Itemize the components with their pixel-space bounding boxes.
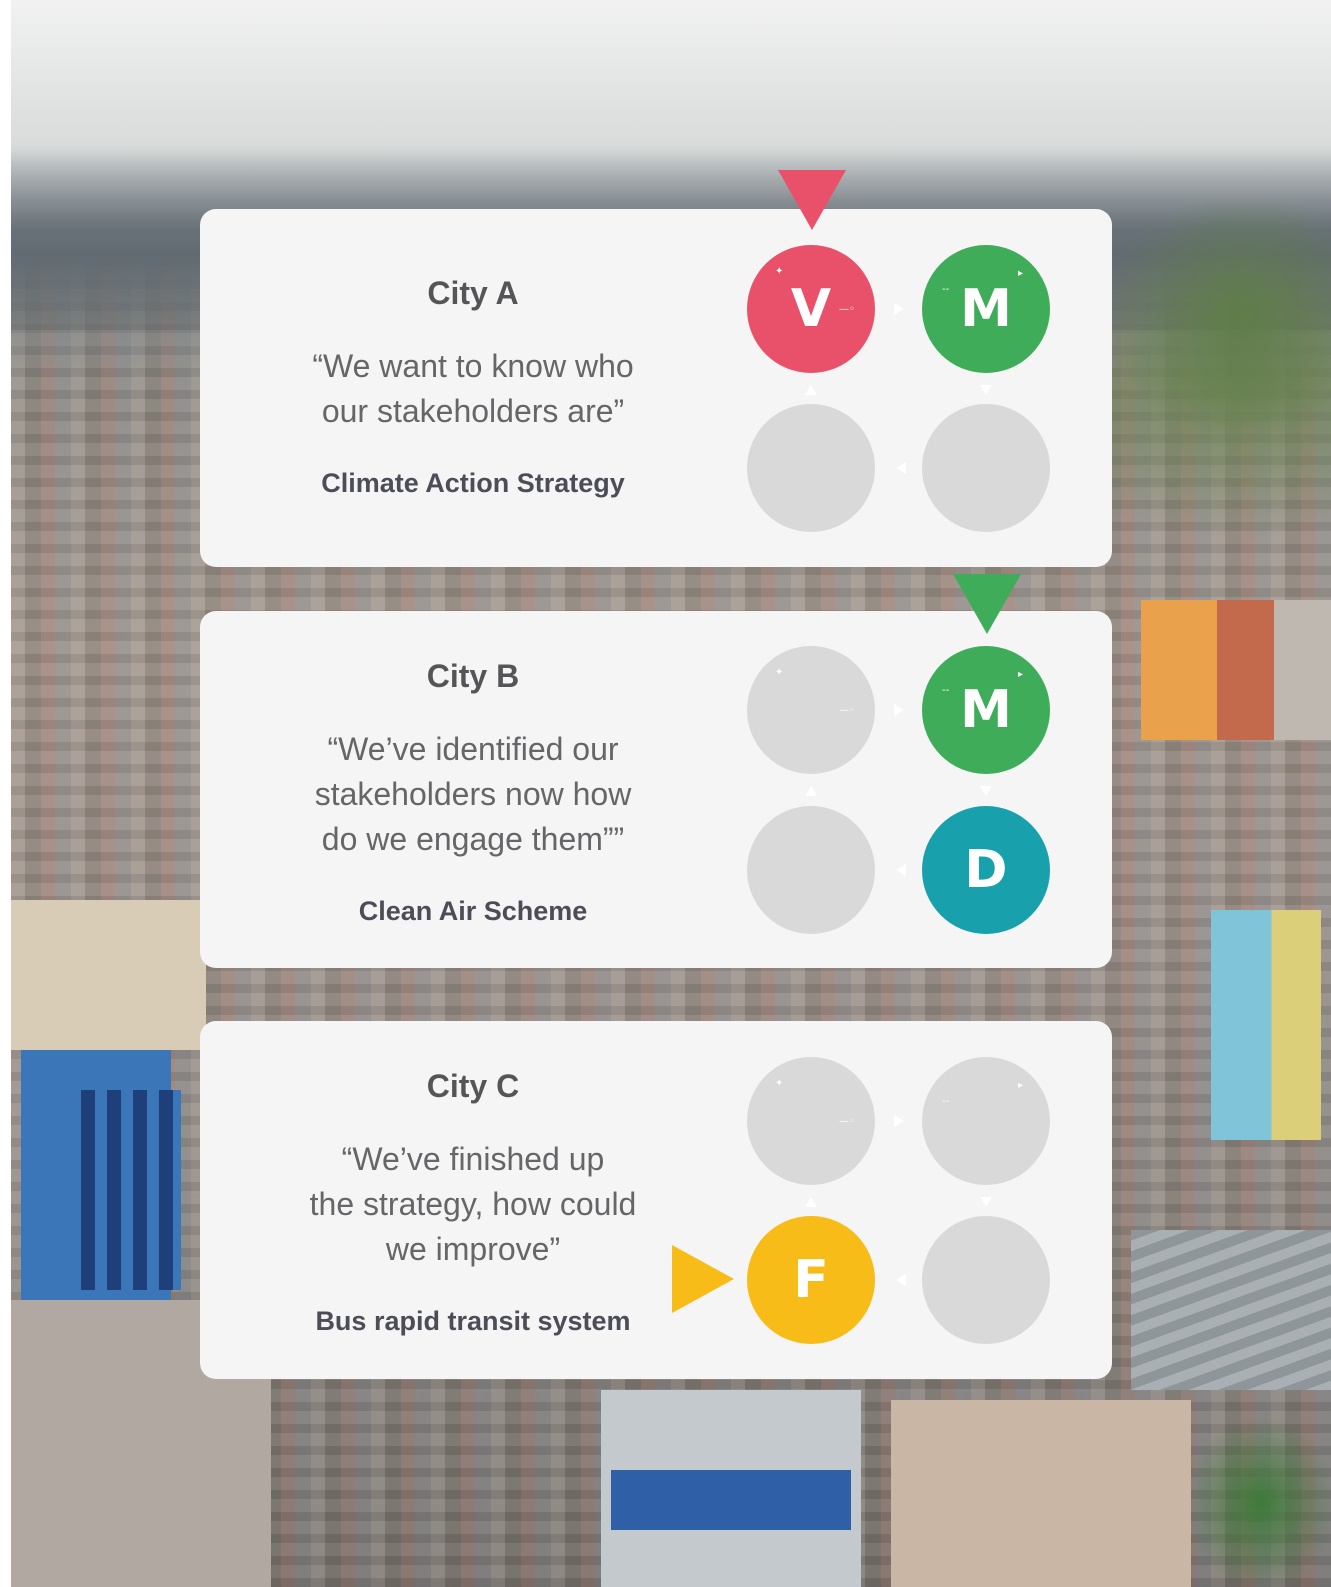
card-quote: “We want to know who our stakeholders ar… bbox=[270, 344, 676, 434]
stage-d-circle bbox=[922, 1216, 1050, 1344]
stage-v-circle: ✦ —◦ bbox=[747, 1057, 875, 1185]
quote-line: our stakeholders are” bbox=[321, 393, 625, 429]
quote-line: “We’ve finished up bbox=[341, 1141, 605, 1177]
quote-line: the strategy, how could bbox=[309, 1186, 637, 1222]
pointer-triangle-icon bbox=[778, 170, 846, 230]
sparkle-icon: ✦ bbox=[775, 667, 784, 678]
cursor-icon: ▸ bbox=[1018, 1080, 1024, 1091]
stage-letter: M bbox=[960, 680, 1012, 740]
quote-line: stakeholders now how bbox=[314, 776, 632, 812]
stage-m-circle: -- ▸ M bbox=[922, 245, 1050, 373]
building-left-stripes bbox=[81, 1090, 181, 1290]
stage-v-circle: ✦ —◦ bbox=[747, 646, 875, 774]
arrow-right-icon bbox=[894, 303, 904, 315]
project-name: Bus rapid transit system bbox=[315, 1306, 631, 1336]
arrow-left-icon bbox=[896, 1274, 906, 1286]
stage-letter: M bbox=[960, 279, 1012, 339]
building-mid-right bbox=[1141, 600, 1331, 740]
green-hillside bbox=[1111, 200, 1331, 430]
project-name: Climate Action Strategy bbox=[321, 468, 625, 498]
arrow-up-icon bbox=[805, 385, 817, 395]
arrow-right-icon bbox=[894, 704, 904, 716]
card-title: City B bbox=[426, 658, 520, 694]
stage-letter: V bbox=[790, 279, 832, 339]
stage-v-circle: ✦ —◦ V bbox=[747, 245, 875, 373]
project-name: Clean Air Scheme bbox=[358, 896, 588, 926]
stage-d-circle bbox=[747, 404, 875, 532]
key-icon: —◦ bbox=[839, 1116, 855, 1127]
city-c-card: City C “We’ve finished up the strategy, … bbox=[200, 1021, 1112, 1379]
quote-line: “We want to know who bbox=[312, 348, 634, 384]
stage-m-circle: -- ▸ bbox=[922, 1057, 1050, 1185]
arrow-up-icon bbox=[805, 1197, 817, 1207]
stage-v-lower-circle bbox=[747, 806, 875, 934]
arrow-left-icon bbox=[896, 462, 906, 474]
stage-f-circle bbox=[922, 404, 1050, 532]
building-center-bottom-windows bbox=[611, 1470, 851, 1530]
stage-m-circle: -- ▸ M bbox=[922, 646, 1050, 774]
card-quote: “We’ve identified our stakeholders now h… bbox=[270, 727, 676, 862]
quote-line: “We’ve identified our bbox=[327, 731, 619, 767]
tree-cluster bbox=[1191, 1420, 1331, 1587]
stage-d-circle: D bbox=[922, 806, 1050, 934]
quote-line: do we engage them”” bbox=[321, 821, 625, 857]
building-mid-left bbox=[11, 900, 206, 1050]
arrow-down-icon bbox=[980, 1197, 992, 1207]
dash-icon: -- bbox=[942, 1096, 950, 1107]
pointer-triangle-icon bbox=[672, 1245, 734, 1313]
quote-line: we improve” bbox=[385, 1231, 561, 1267]
card-title: City A bbox=[427, 275, 519, 311]
building-right-bottom bbox=[891, 1400, 1191, 1587]
stage-letter: F bbox=[793, 1250, 829, 1310]
pointer-triangle-icon bbox=[953, 574, 1021, 634]
city-a-card: City A “We want to know who our stakehol… bbox=[200, 209, 1112, 567]
arrow-right-icon bbox=[894, 1115, 904, 1127]
stage-f-circle: F bbox=[747, 1216, 875, 1344]
stage-letter: D bbox=[964, 840, 1008, 900]
sparkle-icon: ✦ bbox=[775, 1078, 784, 1089]
key-icon: —◦ bbox=[839, 705, 855, 716]
arrow-up-icon bbox=[805, 786, 817, 796]
arrow-down-icon bbox=[980, 385, 992, 395]
arrow-down-icon bbox=[980, 786, 992, 796]
city-b-card: City B “We’ve identified our stakeholder… bbox=[200, 611, 1112, 968]
building-right-roofs bbox=[1131, 1230, 1331, 1390]
card-title: City C bbox=[426, 1068, 520, 1104]
card-quote: “We’ve finished up the strategy, how cou… bbox=[270, 1137, 676, 1272]
arrow-left-icon bbox=[896, 864, 906, 876]
building-right-yellow bbox=[1211, 910, 1321, 1140]
